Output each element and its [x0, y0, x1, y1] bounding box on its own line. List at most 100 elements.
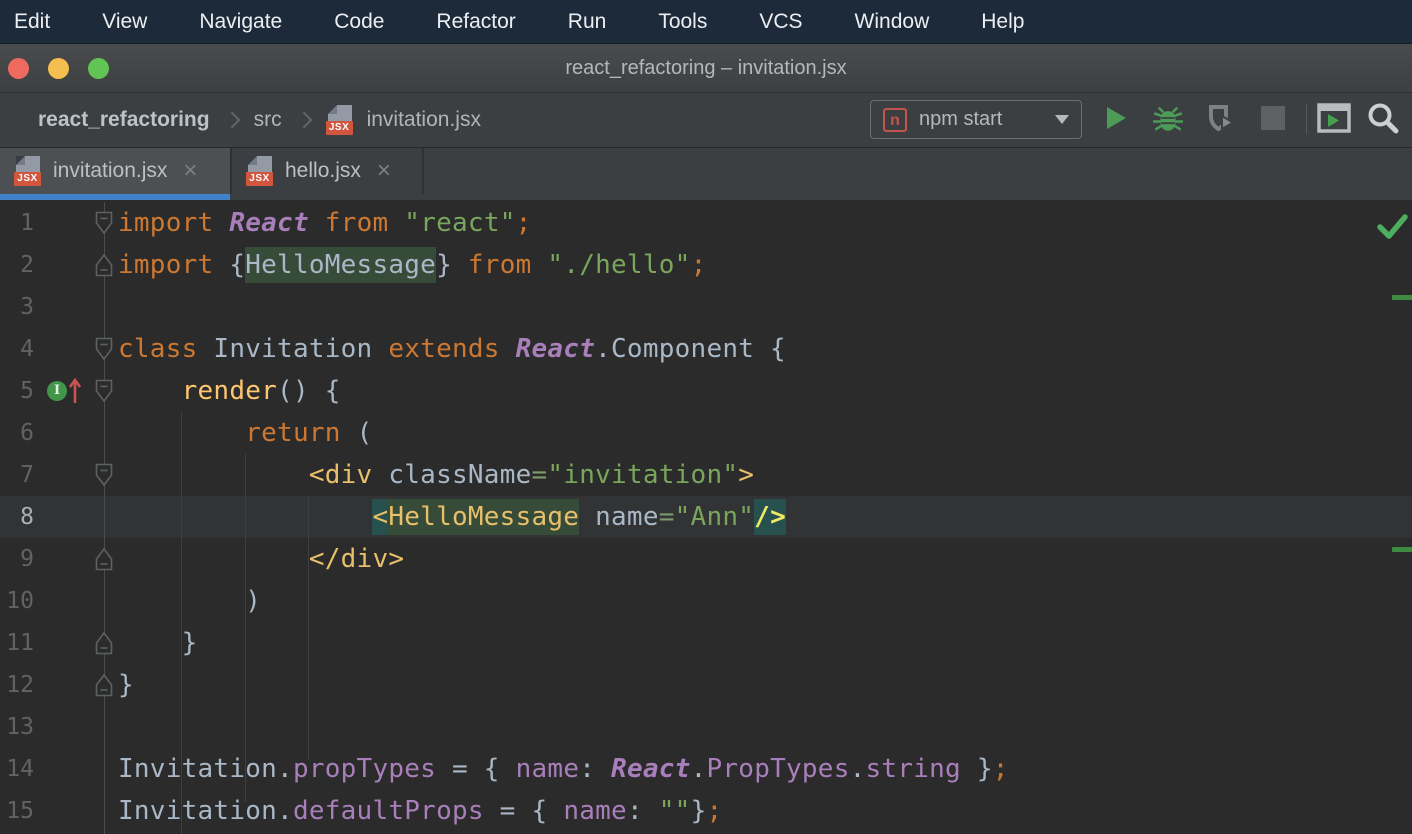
breadcrumb-item-invitation.jsx[interactable]: invitation.jsx [367, 108, 481, 132]
breadcrumb-item-src[interactable]: src [254, 108, 282, 132]
jsx-file-icon: JSX [246, 156, 273, 186]
menu-item-edit[interactable]: Edit [14, 10, 50, 34]
code-token: ; [691, 250, 707, 280]
code-token: : [579, 754, 611, 784]
code-token: ; [706, 796, 722, 826]
code-token: "invitation" [547, 460, 738, 490]
line-number: 12 [0, 664, 34, 706]
code-token: HelloMessage [245, 250, 436, 280]
fold-marker-start[interactable] [95, 379, 113, 403]
run-configuration-label: npm start [919, 108, 1043, 131]
fold-gutter-line [104, 202, 105, 834]
close-tab-icon[interactable]: × [377, 159, 391, 183]
chevron-down-icon [1055, 115, 1069, 124]
vcs-change-mark [1392, 547, 1412, 552]
inspections-ok-checkmark-icon[interactable] [1375, 210, 1409, 249]
search-everywhere-button[interactable] [1366, 101, 1400, 135]
code-line: } [118, 664, 134, 706]
toolbar-separator [1306, 104, 1307, 134]
close-tab-icon[interactable]: × [183, 159, 197, 183]
zoom-window-button[interactable] [88, 58, 109, 79]
code-token: name [595, 502, 659, 532]
code-token: Invitation [213, 334, 388, 364]
code-token: . [691, 754, 707, 784]
code-line: </div> [118, 538, 404, 580]
line-number: 10 [0, 580, 34, 622]
code-token: defaultProps [293, 796, 484, 826]
menu-item-tools[interactable]: Tools [658, 10, 707, 34]
run-with-coverage-button[interactable] [1203, 101, 1237, 135]
fold-marker-end[interactable] [95, 547, 113, 571]
menu-item-vcs[interactable]: VCS [759, 10, 802, 34]
editor-tab-bar: JSXinvitation.jsx×JSXhello.jsx× [0, 148, 1412, 200]
code-token: string [866, 754, 961, 784]
code-editor[interactable]: 123456789101112131415I import React from… [0, 200, 1412, 834]
menu-item-code[interactable]: Code [334, 10, 384, 34]
menu-item-view[interactable]: View [102, 10, 147, 34]
stop-button[interactable] [1256, 101, 1290, 135]
code-token: ( [357, 418, 373, 448]
menu-item-refactor[interactable]: Refactor [436, 10, 515, 34]
code-token: "" [659, 796, 691, 826]
line-number: 4 [0, 328, 34, 370]
code-token: React [229, 208, 309, 238]
code-line: import {HelloMessage} from "./hello"; [118, 244, 706, 286]
line-number: 14 [0, 748, 34, 790]
code-line: return ( [118, 412, 372, 454]
window-title: react_refactoring – invitation.jsx [565, 57, 846, 80]
code-token: return [245, 418, 356, 448]
code-token: } [118, 628, 198, 658]
code-token [118, 376, 182, 406]
tab-hello.jsx[interactable]: JSXhello.jsx× [232, 148, 422, 194]
code-line: Invitation.propTypes = { name: React.Pro… [118, 748, 1009, 790]
fold-marker-end[interactable] [95, 631, 113, 655]
fold-marker-end[interactable] [95, 673, 113, 697]
code-token: } [436, 250, 468, 280]
menu-item-help[interactable]: Help [981, 10, 1024, 34]
breadcrumb-item-react_refactoring[interactable]: react_refactoring [38, 108, 210, 132]
fold-marker-start[interactable] [95, 211, 113, 235]
navigate-up-arrow-icon[interactable] [68, 377, 82, 410]
menu-item-run[interactable]: Run [568, 10, 607, 34]
code-token: } [118, 670, 134, 700]
bug-icon [1153, 103, 1183, 133]
menu-item-window[interactable]: Window [855, 10, 930, 34]
code-token: . [850, 754, 866, 784]
line-number: 8 [0, 496, 34, 538]
line-number: 2 [0, 244, 34, 286]
line-number: 9 [0, 538, 34, 580]
tab-divider [422, 148, 424, 194]
code-token: extends [388, 334, 515, 364]
stop-icon [1260, 105, 1286, 131]
run-configuration-selector[interactable]: n npm start [870, 100, 1082, 139]
code-token: > [738, 460, 754, 490]
title-bar: react_refactoring – invitation.jsx [0, 44, 1412, 93]
breadcrumb: react_refactoringsrcJSXinvitation.jsx [38, 93, 481, 147]
minimize-window-button[interactable] [48, 58, 69, 79]
code-token: ) [118, 586, 261, 616]
code-token: React [611, 754, 691, 784]
code-token: PropTypes [706, 754, 849, 784]
tab-invitation.jsx[interactable]: JSXinvitation.jsx× [0, 148, 230, 194]
code-token: () { [277, 376, 341, 406]
close-window-button[interactable] [8, 58, 29, 79]
code-token: "./hello" [547, 250, 690, 280]
code-token: from [325, 208, 405, 238]
code-token: import [118, 208, 229, 238]
code-token: < [372, 502, 388, 532]
code-token [309, 208, 325, 238]
debug-button[interactable] [1151, 101, 1185, 135]
implements-icon[interactable]: I [47, 381, 67, 401]
fold-marker-start[interactable] [95, 463, 113, 487]
run-button[interactable] [1098, 101, 1132, 135]
shield-play-icon [1204, 102, 1236, 134]
line-number: 11 [0, 622, 34, 664]
fold-marker-start[interactable] [95, 337, 113, 361]
run-anything-button[interactable] [1317, 101, 1351, 135]
fold-marker-end[interactable] [95, 253, 113, 277]
chevron-right-icon [223, 112, 240, 129]
code-token: "Ann" [675, 502, 755, 532]
code-token: Invitation. [118, 796, 293, 826]
menu-item-navigate[interactable]: Navigate [199, 10, 282, 34]
code-token: = [532, 460, 548, 490]
